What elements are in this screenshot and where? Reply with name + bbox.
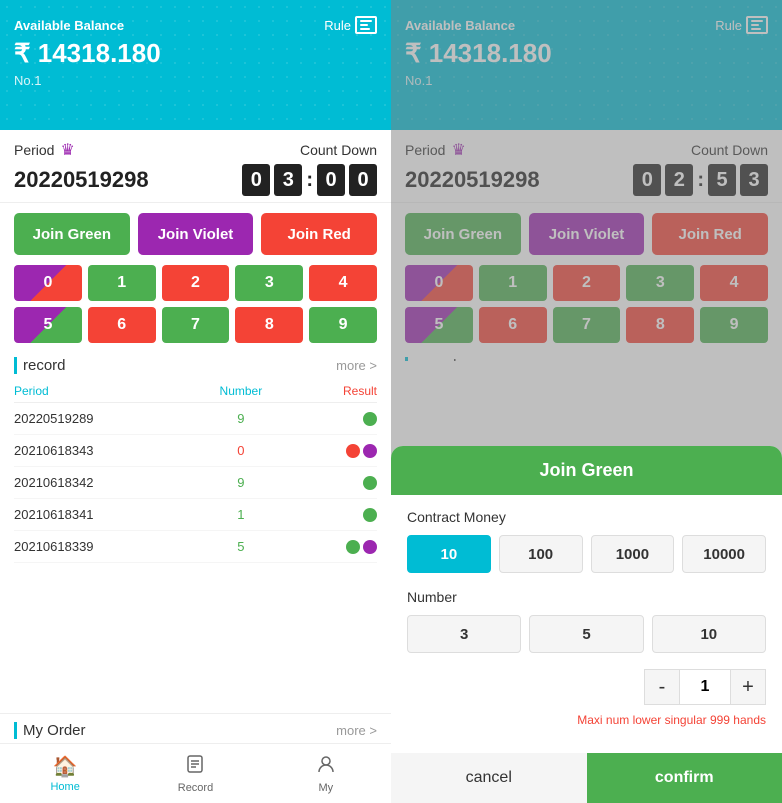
qty-value: 1 [680,669,730,705]
left-num-6[interactable]: 6 [88,307,156,343]
left-num-7[interactable]: 7 [162,307,230,343]
col-number-header: Number [196,384,287,398]
num-select-3[interactable]: 3 [407,615,521,653]
num-select-10[interactable]: 10 [652,615,766,653]
number-select-label: Number [407,589,766,605]
contract-money-label: Contract Money [407,509,766,525]
left-nav-my[interactable]: My [261,744,391,803]
qty-minus-btn[interactable]: - [644,669,680,705]
quantity-row: - 1 + [407,669,766,705]
left-record-table-header: Period Number Result [14,380,377,403]
table-row: 20210618342 9 [14,467,377,499]
timer-box-3: 0 [349,164,377,196]
nav-home-label: Home [50,781,79,793]
left-num-2[interactable]: 2 [162,265,230,301]
left-num-5[interactable]: 5 [14,307,82,343]
modal-header: Join Green [391,446,782,495]
left-panel: Available Balance Rule ₹ 14318.180 No.1 … [0,0,391,803]
table-row: 20210618341 1 [14,499,377,531]
left-record-section: record more > Period Number Result 20220… [0,351,391,713]
money-btn-100[interactable]: 100 [499,535,583,573]
left-number-row-2: 5 6 7 8 9 [14,307,377,343]
rule-icon [355,16,377,34]
left-no-label: No.1 [14,73,377,88]
left-header: Available Balance Rule ₹ 14318.180 No.1 [0,0,391,130]
dot-violet [363,540,377,554]
table-row: 20210618339 5 [14,531,377,563]
left-record-header: record more > [14,357,377,374]
left-balance-amount: ₹ 14318.180 [14,38,377,69]
dot-green [363,508,377,522]
max-info: Maxi num lower singular 999 hands [407,713,766,727]
left-num-3[interactable]: 3 [235,265,303,301]
dot-red [346,444,360,458]
left-record-table: Period Number Result 20220519289 9 20210… [14,380,377,563]
modal-cancel-button[interactable]: cancel [391,753,587,803]
crown-icon: ♛ [60,140,74,160]
left-num-1[interactable]: 1 [88,265,156,301]
left-countdown-label: Count Down [300,142,377,158]
number-select-row: 3 5 10 [407,615,766,653]
left-num-0[interactable]: 0 [14,265,82,301]
modal-body: Contract Money 10 100 1000 10000 Number … [391,495,782,753]
left-record-more[interactable]: more > [336,358,377,373]
home-icon: 🏠 [53,754,78,779]
timer-box-2: 0 [317,164,345,196]
left-number-grid: 0 1 2 3 4 5 6 7 8 9 [0,265,391,351]
timer-box-0: 0 [242,164,270,196]
left-bottom-nav: 🏠 Home Record [0,743,391,803]
table-row: 20220519289 9 [14,403,377,435]
table-row: 20210618343 0 [14,435,377,467]
timer-box-1: 3 [274,164,302,196]
modal-confirm-button[interactable]: confirm [587,753,782,803]
money-btn-1000[interactable]: 1000 [591,535,675,573]
money-btn-10[interactable]: 10 [407,535,491,573]
right-panel: Available Balance Rule ₹ 14318.180 No.1 … [391,0,782,803]
left-my-order-header: My Order more > [14,722,377,739]
join-modal: Join Green Contract Money 10 100 1000 10… [391,446,782,803]
left-period-label: Period ♛ [14,140,75,160]
left-number-row-1: 0 1 2 3 4 [14,265,377,301]
left-period-number: 20220519298 [14,167,149,193]
dot-green [346,540,360,554]
left-join-violet-button[interactable]: Join Violet [138,213,254,255]
left-record-title: record [14,357,66,374]
col-period-header: Period [14,384,196,398]
left-period-section: Period ♛ Count Down 20220519298 0 3 : 0 … [0,130,391,203]
left-num-8[interactable]: 8 [235,307,303,343]
left-num-9[interactable]: 9 [309,307,377,343]
left-my-order-title: My Order [14,722,86,739]
nav-record-label: Record [178,782,213,794]
dot-green [363,412,377,426]
nav-my-label: My [318,782,333,794]
left-join-red-button[interactable]: Join Red [261,213,377,255]
left-nav-record[interactable]: Record [130,744,260,803]
money-btn-10000[interactable]: 10000 [682,535,766,573]
col-result-header: Result [286,384,377,398]
qty-plus-btn[interactable]: + [730,669,766,705]
my-icon [316,754,336,780]
left-join-buttons: Join Green Join Violet Join Red [0,203,391,265]
left-my-order-section: My Order more > [0,713,391,743]
dot-green [363,476,377,490]
num-select-5[interactable]: 5 [529,615,643,653]
dot-violet [363,444,377,458]
contract-money-row: 10 100 1000 10000 [407,535,766,573]
modal-footer: cancel confirm [391,753,782,803]
record-icon [185,754,205,780]
left-my-order-more[interactable]: more > [336,723,377,738]
left-rule-button[interactable]: Rule [324,16,377,34]
left-balance-label: Available Balance [14,18,124,33]
left-num-4[interactable]: 4 [309,265,377,301]
left-nav-home[interactable]: 🏠 Home [0,744,130,803]
left-join-green-button[interactable]: Join Green [14,213,130,255]
left-countdown-timer: 0 3 : 0 0 [242,164,377,196]
